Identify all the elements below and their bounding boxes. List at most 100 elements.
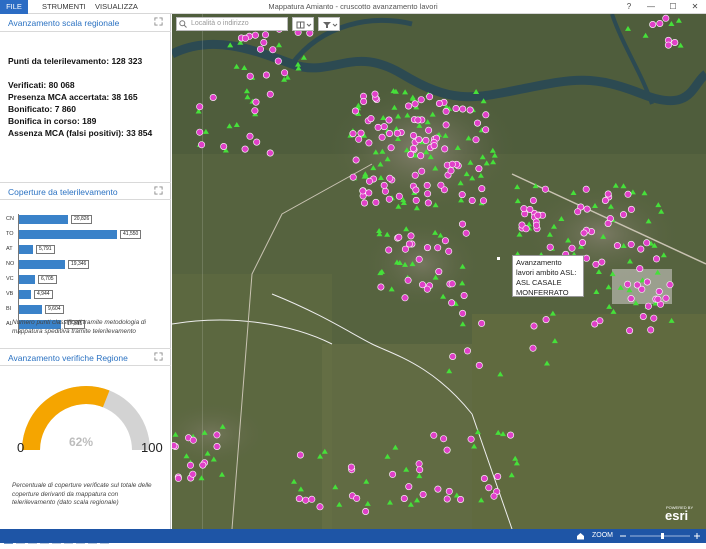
- bar[interactable]: [19, 230, 117, 239]
- asbestos-point[interactable]: [532, 221, 540, 229]
- asbestos-point[interactable]: [494, 472, 502, 480]
- asbestos-point[interactable]: [490, 492, 498, 500]
- asbestos-point[interactable]: [448, 160, 456, 168]
- asbestos-point[interactable]: [367, 115, 375, 123]
- asbestos-point[interactable]: [316, 503, 324, 511]
- asbestos-point[interactable]: [366, 177, 374, 185]
- bar[interactable]: [19, 245, 33, 254]
- asbestos-point[interactable]: [445, 247, 453, 255]
- asbestos-point[interactable]: [253, 138, 261, 146]
- asbestos-point[interactable]: [269, 46, 277, 54]
- asbestos-point[interactable]: [361, 199, 369, 207]
- asbestos-point[interactable]: [441, 145, 449, 153]
- bar[interactable]: [19, 260, 65, 269]
- asbestos-point[interactable]: [308, 495, 316, 503]
- asbestos-point[interactable]: [419, 490, 427, 498]
- asbestos-point[interactable]: [624, 280, 632, 288]
- asbestos-point[interactable]: [591, 320, 599, 328]
- asbestos-point[interactable]: [666, 281, 674, 289]
- asbestos-point[interactable]: [582, 185, 590, 193]
- asbestos-point[interactable]: [424, 190, 432, 198]
- asbestos-point[interactable]: [417, 96, 425, 104]
- asbestos-point[interactable]: [274, 57, 282, 65]
- asbestos-point[interactable]: [423, 181, 431, 189]
- asbestos-point[interactable]: [462, 229, 470, 237]
- asbestos-point[interactable]: [213, 442, 221, 450]
- asbestos-point[interactable]: [541, 185, 549, 193]
- asbestos-point[interactable]: [460, 291, 468, 299]
- asbestos-point[interactable]: [583, 205, 591, 213]
- bar[interactable]: [19, 215, 68, 224]
- asbestos-point[interactable]: [189, 436, 197, 444]
- asbestos-point[interactable]: [266, 149, 274, 157]
- asbestos-point[interactable]: [526, 206, 534, 214]
- asbestos-point[interactable]: [295, 495, 303, 503]
- asbestos-point[interactable]: [643, 278, 651, 286]
- asbestos-point[interactable]: [401, 294, 409, 302]
- asbestos-point[interactable]: [478, 185, 486, 193]
- asbestos-point[interactable]: [442, 107, 450, 115]
- asbestos-point[interactable]: [449, 352, 457, 360]
- asbestos-point[interactable]: [440, 435, 448, 443]
- asbestos-point[interactable]: [546, 243, 554, 251]
- asbestos-point[interactable]: [246, 132, 254, 140]
- asbestos-point[interactable]: [405, 483, 413, 491]
- asbestos-point[interactable]: [415, 255, 423, 263]
- asbestos-point[interactable]: [485, 484, 493, 492]
- asbestos-point[interactable]: [251, 31, 259, 39]
- asbestos-point[interactable]: [482, 111, 490, 119]
- map-popup[interactable]: Avanzamento lavori ambito ASL: ASL CASAL…: [512, 255, 584, 297]
- asbestos-point[interactable]: [463, 347, 471, 355]
- bar[interactable]: [19, 275, 35, 284]
- asbestos-point[interactable]: [380, 181, 388, 189]
- asbestos-point[interactable]: [260, 38, 268, 46]
- asbestos-point[interactable]: [574, 208, 582, 216]
- asbestos-point[interactable]: [241, 34, 249, 42]
- asbestos-point[interactable]: [365, 139, 373, 147]
- asbestos-point[interactable]: [443, 495, 451, 503]
- asbestos-point[interactable]: [385, 246, 393, 254]
- asbestos-point[interactable]: [395, 192, 403, 200]
- menu-visualizza[interactable]: VISUALIZZA: [95, 0, 138, 14]
- asbestos-point[interactable]: [189, 470, 197, 478]
- asbestos-point[interactable]: [434, 244, 442, 252]
- asbestos-point[interactable]: [365, 189, 373, 197]
- asbestos-point[interactable]: [638, 285, 646, 293]
- asbestos-point[interactable]: [209, 94, 217, 102]
- asbestos-point[interactable]: [647, 326, 655, 334]
- asbestos-point[interactable]: [213, 431, 221, 439]
- zoom-slider[interactable]: [618, 531, 703, 541]
- asbestos-point[interactable]: [374, 123, 382, 131]
- asbestos-point[interactable]: [415, 460, 423, 468]
- asbestos-point[interactable]: [472, 136, 480, 144]
- asbestos-point[interactable]: [411, 100, 419, 108]
- asbestos-point[interactable]: [387, 144, 395, 152]
- asbestos-point[interactable]: [389, 470, 397, 478]
- asbestos-point[interactable]: [447, 167, 455, 175]
- asbestos-point[interactable]: [385, 195, 393, 203]
- asbestos-point[interactable]: [187, 461, 195, 469]
- asbestos-point[interactable]: [604, 220, 612, 228]
- asbestos-point[interactable]: [578, 239, 586, 247]
- asbestos-point[interactable]: [395, 233, 403, 241]
- asbestos-point[interactable]: [662, 294, 670, 302]
- home-icon[interactable]: [576, 532, 585, 540]
- asbestos-point[interactable]: [627, 295, 635, 303]
- asbestos-point[interactable]: [479, 197, 487, 205]
- asbestos-point[interactable]: [349, 130, 357, 138]
- asbestos-point[interactable]: [534, 211, 542, 219]
- asbestos-point[interactable]: [251, 107, 259, 115]
- asbestos-point[interactable]: [404, 276, 412, 284]
- asbestos-point[interactable]: [411, 171, 419, 179]
- asbestos-point[interactable]: [443, 446, 451, 454]
- asbestos-point[interactable]: [529, 197, 537, 205]
- asbestos-point[interactable]: [598, 258, 606, 266]
- asbestos-point[interactable]: [475, 165, 483, 173]
- asbestos-point[interactable]: [359, 187, 367, 195]
- asbestos-point[interactable]: [437, 181, 445, 189]
- asbestos-point[interactable]: [435, 268, 443, 276]
- asbestos-point[interactable]: [378, 133, 386, 141]
- asbestos-point[interactable]: [430, 142, 438, 150]
- asbestos-point[interactable]: [425, 126, 433, 134]
- asbestos-point[interactable]: [172, 442, 178, 450]
